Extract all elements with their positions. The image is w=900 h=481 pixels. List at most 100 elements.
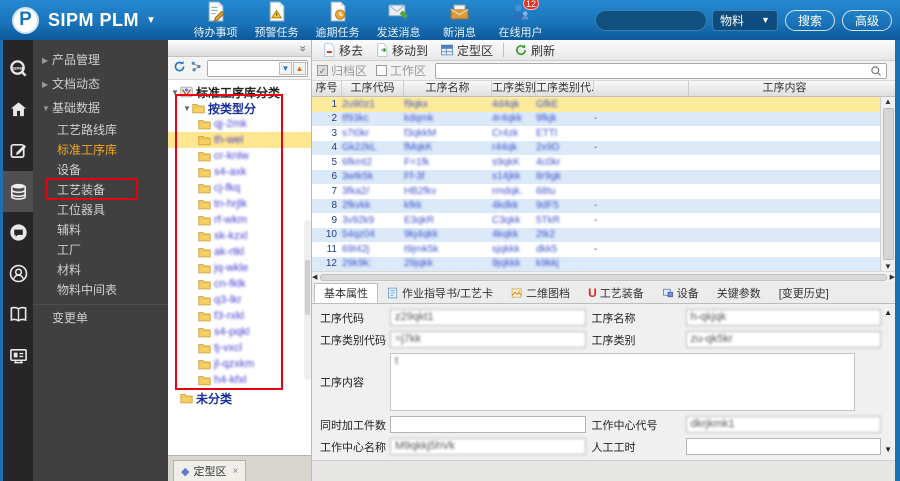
rail-chat-icon[interactable] [3, 212, 33, 253]
table-row[interactable]: 2 tf93kc kdqmk 4r4qkk 9fkjk - [312, 111, 895, 126]
sidebar-item-文档动态[interactable]: ▶ 文档动态 [33, 72, 168, 96]
tab-工艺装备[interactable]: U 工艺装备 [579, 283, 653, 303]
sidebar-item-基础数据[interactable]: ▼ 基础数据 [33, 96, 168, 120]
close-icon[interactable]: × [232, 466, 238, 477]
sidebar-item-辅料[interactable]: 辅料 [33, 220, 168, 240]
search-button[interactable]: 搜索 [784, 9, 835, 31]
tree-leaf[interactable]: th-wel [168, 132, 311, 148]
advanced-search-button[interactable]: 高级 [841, 9, 892, 31]
table-row[interactable]: 11 69t42j t9jmk5k sjqkkk dkk5 - [312, 242, 895, 257]
tree-leaf[interactable]: ak-rtkl [168, 244, 311, 260]
remove-button[interactable]: 移去 [316, 41, 369, 59]
tree-refresh-icon[interactable] [171, 60, 188, 76]
rail-home-icon[interactable] [3, 89, 33, 130]
brand-caret-icon[interactable]: ▼ [146, 15, 156, 26]
tab-二维图档[interactable]: 二维图档 [502, 283, 579, 303]
tab-设备[interactable]: 设备 [653, 283, 708, 303]
sidebar-item-标准工序库[interactable]: 标准工序库 [33, 140, 168, 160]
table-row[interactable]: 9 3v92k9 E3qkR C3qkk 5TkR - [312, 213, 895, 228]
sidebar-item-变更单[interactable]: 变更单 [33, 304, 168, 330]
global-search-input[interactable] [594, 9, 707, 31]
tree-leaf[interactable]: sk-kzxl [168, 228, 311, 244]
column-header-blank[interactable] [594, 81, 689, 96]
table-row[interactable]: 8 2fkvkk kfkk 4kdkk 9dF5 - [312, 198, 895, 213]
tree-leaf[interactable]: cn-fklk [168, 276, 311, 292]
table-row[interactable]: 12 29k9k: 29jqkk 9jqkkk k9kkj [312, 256, 895, 271]
form-input-工序名称[interactable]: h-qkjqk [685, 309, 881, 326]
column-header-工序类别[interactable]: 工序类别 [492, 81, 536, 96]
tree-leaf[interactable]: qj-2mk [168, 116, 311, 132]
tree-root[interactable]: ▼ 标准工序库分类 [168, 84, 311, 100]
topbar-tool-overdue-task[interactable]: 逾期任务 [307, 1, 368, 40]
sidebar-item-物料中间表[interactable]: 物料中间表 [33, 280, 168, 300]
scroll-left-icon[interactable]: ◀ [312, 273, 317, 281]
checkbox-归档区[interactable]: ✓ 归档区 [317, 62, 367, 79]
search-category-dropdown[interactable]: 物料 ▼ [711, 9, 778, 31]
form-input-工作中心代号[interactable]: dkrjkmk1 [685, 416, 881, 433]
sidebar-item-材料[interactable]: 材料 [33, 260, 168, 280]
rail-sipm-logo-icon[interactable]: SIPM [3, 48, 33, 89]
find-prev-icon[interactable]: ▲ [293, 61, 306, 75]
scroll-down-icon[interactable]: ▼ [884, 262, 892, 271]
column-header-工序名称[interactable]: 工序名称 [404, 81, 492, 96]
column-header-序号[interactable]: 序号 [312, 81, 342, 96]
rail-monitor-icon[interactable] [3, 335, 33, 376]
rail-database-icon[interactable] [3, 171, 33, 212]
tree-scrollbar[interactable] [304, 220, 311, 380]
topbar-tool-send-message[interactable]: 发送消息 [368, 1, 429, 40]
rail-book-icon[interactable] [3, 294, 33, 335]
form-input-工序代码[interactable]: z29qkt1 [390, 309, 586, 326]
table-vertical-scrollbar[interactable]: ▲ ▼ [880, 97, 895, 271]
tree-leaf[interactable]: jl-qzxkm [168, 356, 311, 372]
tree-leaf[interactable]: s4-axk [168, 164, 311, 180]
table-row[interactable]: 4 Gk22kL fMqkK r44qk 2x9D - [312, 140, 895, 155]
tab-关键参数[interactable]: 关键参数 [708, 283, 770, 303]
sidebar-item-工位器具[interactable]: 工位器具 [33, 200, 168, 220]
tree-leaf[interactable]: tn-hrjlk [168, 196, 311, 212]
table-horizontal-scrollbar[interactable]: ◀ ▶ [312, 271, 895, 282]
tree-leaf[interactable]: s4-pqkl [168, 324, 311, 340]
tree-leaf[interactable]: h4-kfxl [168, 372, 311, 388]
sidebar-item-产品管理[interactable]: ▶ 产品管理 [33, 48, 168, 72]
tree-filter-input[interactable] [208, 61, 279, 75]
finalize-button[interactable]: 定型区 [434, 41, 499, 59]
table-search-input[interactable] [436, 64, 866, 77]
column-header-工序内容[interactable]: 工序内容 [689, 81, 880, 96]
form-scroll-down-icon[interactable]: ▼ [884, 445, 892, 454]
tree-leaf[interactable]: cr-knlw [168, 148, 311, 164]
bottom-tab-finalize-area[interactable]: ◆ 定型区 × [173, 460, 247, 481]
table-row[interactable]: 1 2u90z1 f9qkx 4d4qk GfkE [312, 97, 895, 112]
sidebar-item-工艺装备[interactable]: 工艺装备 [33, 180, 168, 200]
column-header-工序类别代..[interactable]: 工序类别代.. [536, 81, 594, 96]
sidebar-item-工艺路线库[interactable]: 工艺路线库 [33, 120, 168, 140]
form-input-工作中心名称[interactable]: M9qkkj5hVk [390, 438, 586, 455]
form-scroll-up-icon[interactable]: ▲ [884, 308, 892, 317]
form-input-同时加工件数[interactable] [390, 416, 586, 433]
rail-support-icon[interactable] [3, 253, 33, 294]
tree-leaf[interactable]: rf-wkm [168, 212, 311, 228]
tree-leaf[interactable]: q3-lkr [168, 292, 311, 308]
sidebar-item-工厂[interactable]: 工厂 [33, 240, 168, 260]
sidebar-item-设备[interactable]: 设备 [33, 160, 168, 180]
form-input-工序类别[interactable]: zu-qk5kr [685, 331, 881, 348]
refresh-button[interactable]: 刷新 [508, 41, 561, 59]
collapse-panel-icon[interactable]: » [294, 45, 309, 51]
tree-leaf[interactable]: f3-rxkl [168, 308, 311, 324]
topbar-tool-online-users[interactable]: 12 在线用户 [490, 0, 551, 40]
form-input-工序类别代码[interactable]: =j7kk [390, 331, 586, 348]
table-row[interactable]: 3 s7t0kr f3qkkM Cr4zk ETTl [312, 126, 895, 141]
brand[interactable]: P SIPM PLM ▼ [12, 6, 167, 34]
topbar-tool-new-message[interactable]: 新消息 [429, 1, 490, 40]
find-next-icon[interactable]: ▼ [279, 61, 292, 75]
tree-expand-all-icon[interactable] [188, 60, 205, 76]
tab-作业指导书/工艺卡[interactable]: 作业指导书/工艺卡 [378, 283, 502, 303]
tree-node-unclassified[interactable]: 未分类 [168, 390, 311, 406]
table-row[interactable]: 7 3fka2/HB2fkv rmdqk. 68tu [312, 184, 895, 199]
table-row[interactable]: 10 54qz04 9kj4qkk 4kqkk 2tk2 [312, 227, 895, 242]
move-to-button[interactable]: 移动到 [369, 41, 434, 59]
tree-leaf[interactable]: jq-wkle [168, 260, 311, 276]
tab-[变更历史][interactable]: [变更历史] [770, 283, 838, 303]
tree-leaf[interactable]: tj-vxcl [168, 340, 311, 356]
column-header-工序代码[interactable]: 工序代码 [342, 81, 404, 96]
tab-基本属性[interactable]: 基本属性 [314, 283, 378, 303]
